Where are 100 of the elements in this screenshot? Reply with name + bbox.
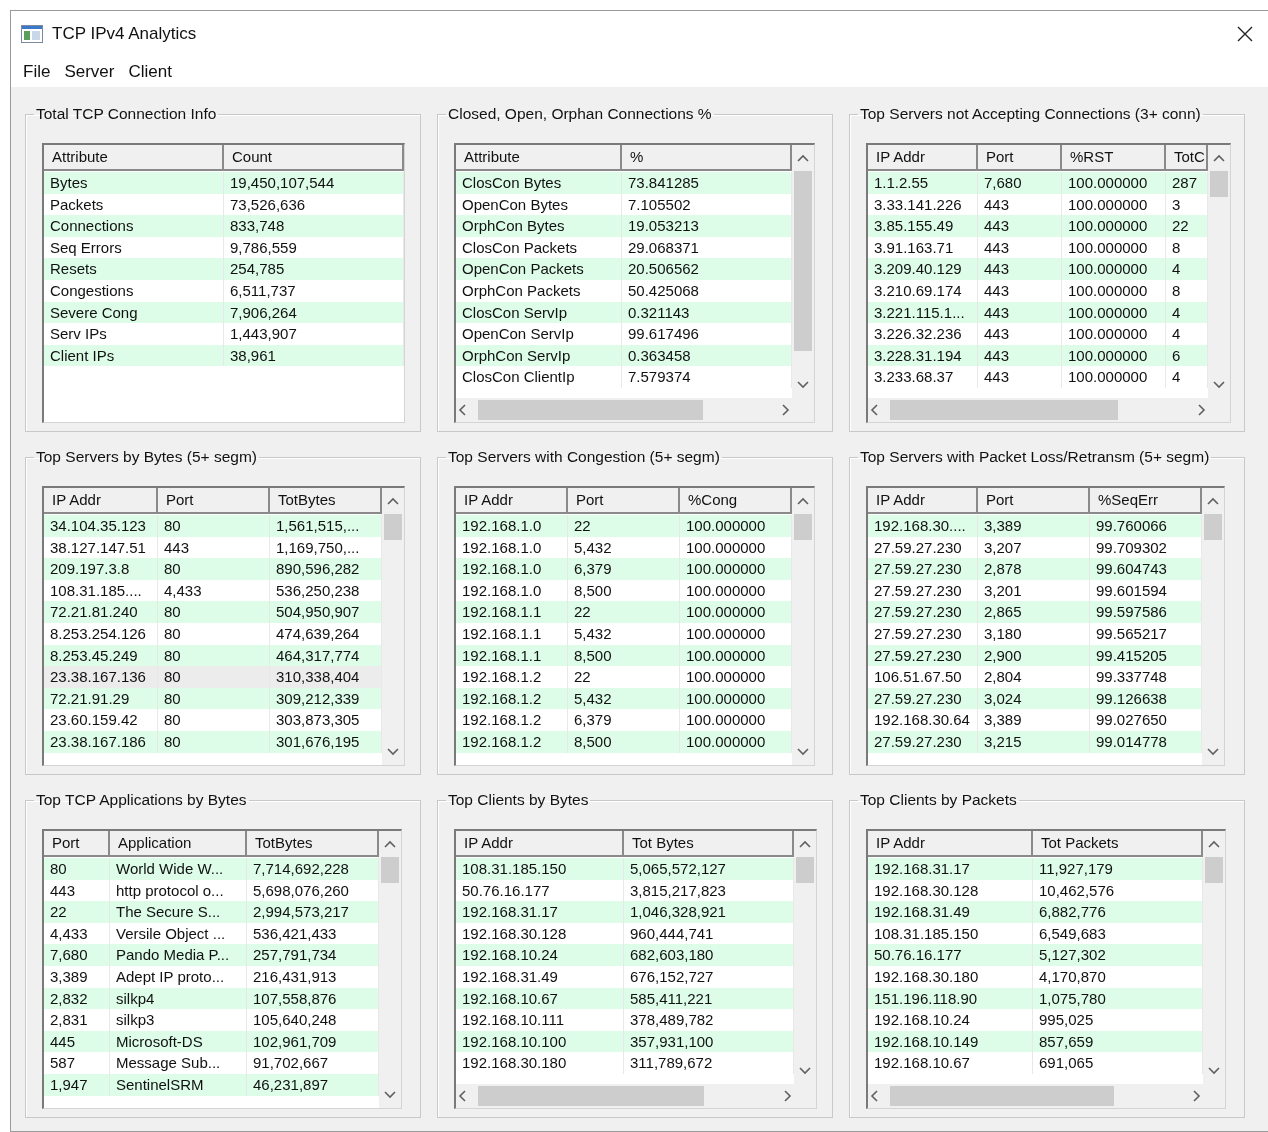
column-header[interactable]: Tot Bytes [624,831,794,857]
scroll-thumb[interactable] [794,514,812,540]
column-header[interactable]: Port [978,488,1090,514]
column-header[interactable]: Tot Packets [1033,831,1203,857]
table-row[interactable]: 27.59.27.230 2,900 99.415205 [868,644,1202,667]
column-header[interactable]: Port [568,488,680,514]
table-row[interactable]: 192.168.1.1 22 100.000000 [456,601,792,623]
table-row[interactable]: 192.168.10.100 357,931,100 [456,1030,794,1053]
table-row[interactable]: 192.168.10.24 682,603,180 [456,944,794,966]
table-row[interactable]: 445 Microsoft-DS 102,961,709 [44,1030,379,1053]
table-row[interactable]: OpenCon Packets 20.506562 [456,258,792,280]
table-row[interactable]: 34.104.35.123 80 1,561,515,... [44,515,382,537]
table-row[interactable]: 27.59.27.230 2,865 99.597586 [868,601,1202,623]
table-row[interactable]: 80 World Wide W... 7,714,692,228 [44,858,379,880]
table-row[interactable]: 1,947 SentinelSRM 46,231,897 [44,1073,379,1096]
scroll-thumb[interactable] [890,1086,1114,1106]
table-row[interactable]: 192.168.10.67 585,411,221 [456,987,794,1010]
column-header[interactable]: Attribute [44,145,224,171]
vertical-scrollbar[interactable] [379,831,401,1108]
column-header[interactable]: Application [110,831,247,857]
column-header[interactable]: Count [224,145,404,171]
table-row[interactable]: Connections 833,748 [44,215,404,237]
column-header[interactable]: Port [158,488,270,514]
table-row[interactable]: 27.59.27.230 3,024 99.126638 [868,687,1202,710]
table-row[interactable]: Severe Cong 7,906,264 [44,301,404,324]
close-icon[interactable] [1236,25,1254,43]
column-header[interactable]: TotC [1166,145,1208,171]
vertical-scrollbar[interactable] [794,831,816,1108]
table-row[interactable]: 108.31.185.150 5,065,572,127 [456,858,794,880]
horizontal-scrollbar[interactable] [868,398,1208,422]
column-header[interactable]: TotBytes [270,488,382,514]
table-row[interactable]: 50.76.16.177 5,127,302 [868,944,1203,966]
column-header[interactable]: Attribute [456,145,622,171]
vertical-scrollbar[interactable] [1203,831,1225,1108]
scroll-thumb[interactable] [478,400,703,420]
column-header[interactable]: %SeqErr [1090,488,1202,514]
table-row[interactable]: 27.59.27.230 2,878 99.604743 [868,558,1202,580]
table-row[interactable]: 2,832 silkp4 107,558,876 [44,987,379,1010]
table-row[interactable]: 209.197.3.8 80 890,596,282 [44,558,382,580]
table-row[interactable]: 3.85.155.49 443 100.000000 22 [868,215,1208,237]
table-row[interactable]: ClosCon Bytes 73.841285 [456,172,792,194]
table-row[interactable]: 192.168.1.0 6,379 100.000000 [456,558,792,580]
horizontal-scrollbar[interactable] [456,398,792,422]
table-row[interactable]: 192.168.1.1 8,500 100.000000 [456,644,792,667]
table-row[interactable]: 22 The Secure S... 2,994,573,217 [44,901,379,923]
column-header[interactable]: IP Addr [456,831,624,857]
table-row[interactable]: OrphCon Bytes 19.053213 [456,215,792,237]
column-header[interactable]: IP Addr [868,145,978,171]
scroll-thumb[interactable] [478,1086,705,1106]
column-header[interactable]: TotBytes [247,831,379,857]
table-row[interactable]: Resets 254,785 [44,258,404,280]
table-row[interactable]: 23.38.167.136 80 310,338,404 [44,666,382,688]
table-row[interactable]: 192.168.31.17 1,046,328,921 [456,901,794,923]
scroll-thumb[interactable] [384,514,402,540]
table-row[interactable]: OrphCon ServIp 0.363458 [456,344,792,367]
vertical-scrollbar[interactable] [792,488,814,765]
table-row[interactable]: 1.1.2.55 7,680 100.000000 287 [868,172,1208,194]
column-header[interactable]: Port [978,145,1062,171]
table-row[interactable]: 192.168.1.2 5,432 100.000000 [456,687,792,710]
table-row[interactable]: 72.21.91.29 80 309,212,339 [44,687,382,710]
scroll-thumb[interactable] [1210,171,1228,197]
table-row[interactable]: 192.168.30.... 3,389 99.760066 [868,515,1202,537]
table-row[interactable]: Client IPs 38,961 [44,344,404,367]
column-header[interactable]: %Cong [680,488,792,514]
table-row[interactable]: 192.168.31.49 6,882,776 [868,901,1203,923]
scroll-thumb[interactable] [796,857,814,883]
table-row[interactable]: 192.168.1.2 8,500 100.000000 [456,730,792,753]
table-row[interactable]: 192.168.31.17 11,927,179 [868,858,1203,880]
vertical-scrollbar[interactable] [1208,145,1230,422]
menu-item[interactable]: File [18,60,56,84]
scroll-thumb[interactable] [890,400,1118,420]
column-header[interactable]: IP Addr [44,488,158,514]
column-header[interactable]: IP Addr [456,488,568,514]
column-header[interactable]: %RST [1062,145,1166,171]
table-row[interactable]: 192.168.1.0 22 100.000000 [456,515,792,537]
table-row[interactable]: Bytes 19,450,107,544 [44,172,404,194]
horizontal-scrollbar[interactable] [456,1084,794,1108]
vertical-scrollbar[interactable] [382,488,404,765]
vertical-scrollbar[interactable] [1202,488,1224,765]
scroll-thumb[interactable] [381,857,399,883]
table-row[interactable]: 23.38.167.186 80 301,676,195 [44,730,382,753]
table-row[interactable]: 3.228.31.194 443 100.000000 6 [868,344,1208,367]
table-row[interactable]: 3.209.40.129 443 100.000000 4 [868,258,1208,280]
vertical-scrollbar[interactable] [792,145,814,422]
table-row[interactable]: 27.59.27.230 3,215 99.014778 [868,730,1202,753]
table-row[interactable]: 72.21.81.240 80 504,950,907 [44,601,382,623]
menu-item[interactable]: Server [59,60,120,84]
scroll-thumb[interactable] [1205,857,1223,883]
column-header[interactable]: Port [44,831,110,857]
table-row[interactable]: 7,680 Pando Media P... 257,791,734 [44,944,379,966]
column-header[interactable]: IP Addr [868,831,1033,857]
horizontal-scrollbar[interactable] [868,1084,1203,1108]
scroll-thumb[interactable] [1204,514,1222,540]
table-row[interactable]: ClosCon ServIp 0.321143 [456,301,792,324]
column-header[interactable]: % [622,145,792,171]
column-header[interactable]: IP Addr [868,488,978,514]
table-row[interactable]: 3.221.115.1... 443 100.000000 4 [868,301,1208,324]
scroll-thumb[interactable] [794,171,812,351]
menu-item[interactable]: Client [123,60,177,84]
table-row[interactable]: 192.168.10.149 857,659 [868,1030,1203,1053]
